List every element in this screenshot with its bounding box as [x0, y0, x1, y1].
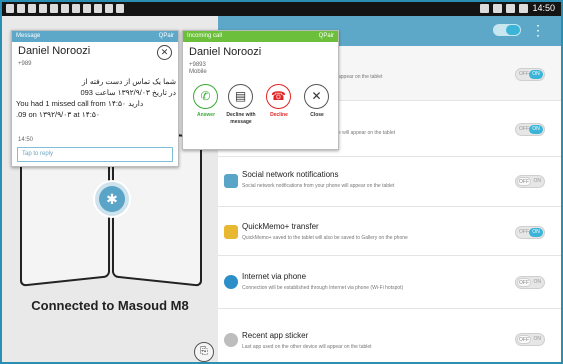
call-card-header: Incoming call QPair	[183, 31, 338, 42]
setting-desc: QuickMemo+ saved to the tablet will also…	[242, 235, 408, 241]
screen-frame: 14:50 ✱ Connected to Masoud M8 ⎘ ⋮ appea…	[0, 0, 563, 364]
notification-icon	[116, 4, 124, 13]
decline-with-message-label: Decline with message	[226, 112, 256, 125]
close-icon: ✕	[311, 89, 322, 103]
setting-desc: Last app used on the other device will a…	[242, 344, 372, 350]
sender-number: +989	[18, 61, 32, 67]
close-label: Close	[310, 112, 324, 118]
setting-row-recent-app-sticker[interactable]: Recent app sticker Last app used on the …	[218, 309, 561, 362]
setting-desc: appear on the tablet	[338, 74, 383, 80]
setting-toggle[interactable]: OFF ON	[515, 276, 545, 289]
setting-title: QuickMemo+ transfer	[242, 222, 319, 231]
answer-button[interactable]: ✆	[193, 84, 218, 109]
qpair-master-toggle[interactable]	[493, 24, 521, 36]
message-body: شما یک تماس از دست رفته از در تاریخ ۱۳۹۲…	[16, 77, 176, 119]
decline-with-message-button[interactable]: ▤	[228, 84, 253, 109]
reply-input[interactable]: Tap to reply	[17, 147, 173, 162]
setting-desc: Connection will be established through I…	[242, 285, 404, 291]
bluetooth-icon	[480, 3, 490, 13]
close-button[interactable]: ✕	[304, 84, 329, 109]
notification-icon	[50, 4, 58, 13]
connected-status-text: Connected to Masoud M8	[31, 298, 189, 313]
setting-toggle[interactable]: OFF ON	[515, 226, 545, 239]
phone-decline-icon: ☎	[271, 89, 286, 103]
sender-name: Daniel Noroozi	[18, 45, 91, 57]
setting-title: Internet via phone	[242, 272, 307, 281]
caller-number: +9893	[189, 62, 206, 68]
notification-icon	[72, 4, 80, 13]
setting-row-social-notifications[interactable]: Social network notifications Social netw…	[218, 157, 561, 207]
caller-name: Daniel Noroozi	[189, 46, 262, 58]
bluetooth-icon: ✱	[99, 186, 125, 212]
notification-icon	[39, 4, 47, 13]
setting-title: Social network notifications	[242, 170, 339, 179]
incoming-call-card[interactable]: Incoming call QPair Daniel Noroozi +9893…	[182, 30, 339, 150]
phone-answer-icon: ✆	[200, 89, 211, 103]
battery-icon	[519, 3, 529, 13]
setting-desc: e will appear on the tablet	[338, 130, 395, 136]
message-notification-card[interactable]: Message QPair Daniel Noroozi +989 ✕ شما …	[11, 30, 179, 167]
setting-row-internet-via-phone[interactable]: Internet via phone Connection will be es…	[218, 256, 561, 309]
answer-label: Answer	[196, 112, 216, 118]
setting-desc: Social network notifications from your p…	[242, 183, 395, 189]
system-icons: 14:50	[480, 3, 555, 13]
notification-icon	[28, 4, 36, 13]
notification-icon	[105, 4, 113, 13]
wifi-icon	[506, 3, 516, 13]
disconnect-button[interactable]: ⎘	[194, 342, 214, 362]
notification-icon	[17, 4, 25, 13]
setting-toggle[interactable]: OFF ON	[515, 333, 545, 346]
notification-icon	[83, 4, 91, 13]
notification-icon	[6, 4, 14, 13]
setting-toggle[interactable]: OFF ON	[515, 123, 545, 136]
recent-app-icon	[224, 333, 238, 347]
overflow-menu-icon[interactable]: ⋮	[531, 23, 545, 37]
bluetooth-connection-icon: ✱	[93, 180, 131, 218]
decline-button[interactable]: ☎	[266, 84, 291, 109]
close-icon[interactable]: ✕	[157, 45, 172, 60]
status-bar: 14:50	[2, 2, 561, 16]
notification-icon	[61, 4, 69, 13]
message-card-header: Message QPair	[12, 31, 178, 42]
message-time: 14:50	[18, 137, 34, 143]
message-icon: ▤	[234, 89, 247, 103]
quickmemo-icon	[224, 225, 238, 239]
decline-label: Decline	[270, 112, 288, 118]
setting-row-quickmemo[interactable]: QuickMemo+ transfer QuickMemo+ saved to …	[218, 207, 561, 256]
setting-title: Recent app sticker	[242, 331, 309, 340]
notification-icons	[6, 4, 124, 13]
social-notifications-icon	[224, 174, 238, 188]
status-time: 14:50	[532, 3, 555, 13]
setting-toggle[interactable]: OFF ON	[515, 175, 545, 188]
notification-icon	[94, 4, 102, 13]
wifi-hotspot-icon	[224, 275, 238, 289]
vibrate-icon	[493, 3, 503, 13]
setting-toggle[interactable]: OFF ON	[515, 68, 545, 81]
caller-number-type: Mobile	[189, 69, 207, 75]
